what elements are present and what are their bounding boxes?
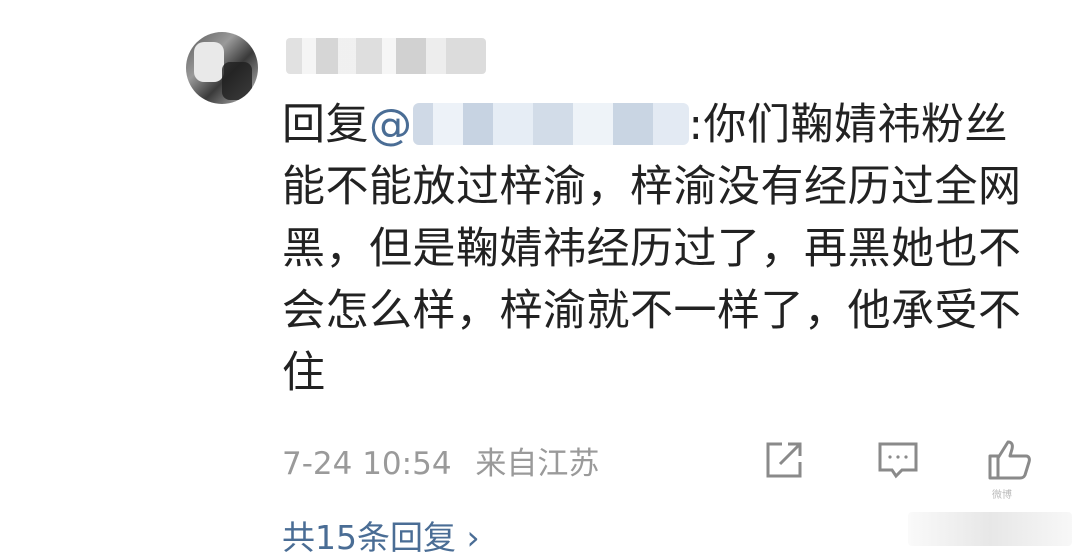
comment-meta: 7-24 10:54 来自江苏 <box>282 444 613 484</box>
comment-icon[interactable] <box>874 436 922 484</box>
avatar[interactable] <box>186 32 258 104</box>
avatar-blur-overlay-2 <box>222 62 252 100</box>
mention-symbol: @ <box>369 100 413 150</box>
watermark-small: 微博 <box>992 490 1012 501</box>
comment-card: 回复@:你们鞠婧祎粉丝能不能放过梓渝，梓渝没有经历过全网黑，但是鞠婧祎经历过了，… <box>0 0 1080 552</box>
view-replies-link[interactable]: 共15条回复 › <box>282 516 480 552</box>
watermark-bottom-right <box>908 512 1072 546</box>
share-icon[interactable] <box>760 436 808 484</box>
timestamp: 7-24 10:54 <box>282 446 452 482</box>
replies-count-label: 共15条回复 <box>282 518 456 552</box>
username-blurred[interactable] <box>286 38 486 74</box>
chevron-right-icon: › <box>466 518 480 552</box>
location: 来自江苏 <box>475 446 600 482</box>
comment-text-block: 回复@:你们鞠婧祎粉丝能不能放过梓渝，梓渝没有经历过全网黑，但是鞠婧祎经历过了，… <box>282 94 1022 404</box>
avatar-blur-overlay <box>194 42 224 82</box>
mention-username-blurred[interactable] <box>412 102 689 145</box>
reply-prefix: 回复 <box>282 100 369 150</box>
thumbs-up-icon[interactable] <box>986 436 1034 484</box>
